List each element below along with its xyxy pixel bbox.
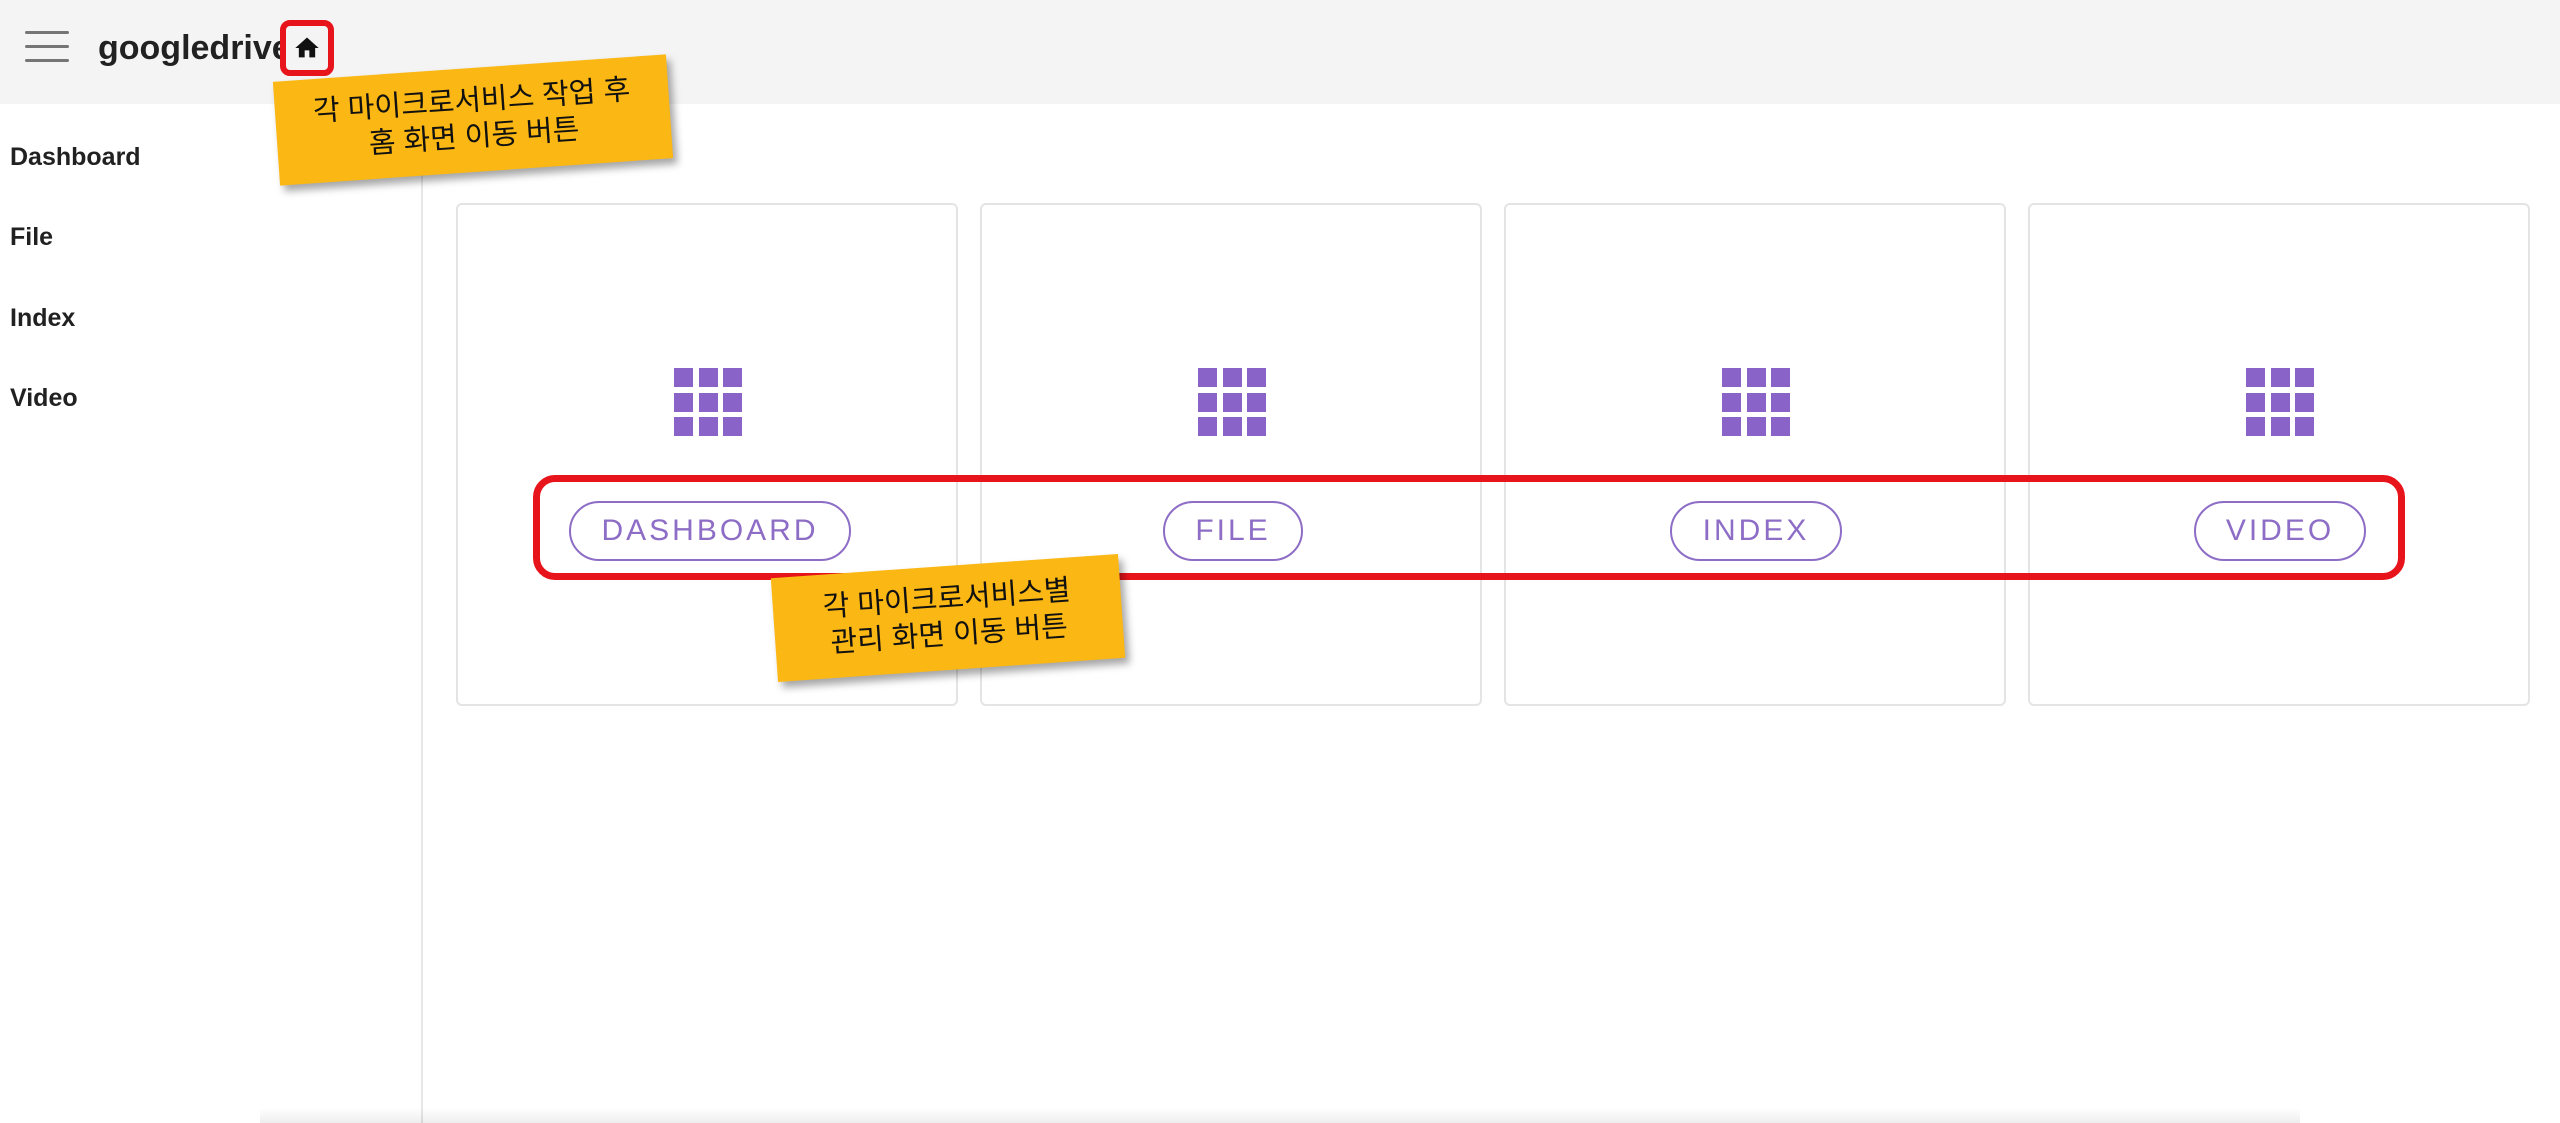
grid-square bbox=[2295, 417, 2314, 436]
grid-square bbox=[1222, 392, 1242, 412]
sidebar-item-file[interactable]: File bbox=[10, 217, 390, 277]
sidebar: Dashboard File Index Video bbox=[0, 104, 423, 1123]
grid-square bbox=[1198, 368, 1217, 387]
grid-square bbox=[2295, 392, 2314, 412]
grid-square bbox=[1746, 368, 1766, 387]
grid-square bbox=[698, 417, 718, 436]
grid-square bbox=[698, 368, 718, 387]
grid-square bbox=[1198, 392, 1217, 412]
grid-square bbox=[723, 392, 742, 412]
grid-square bbox=[1746, 417, 1766, 436]
apps-grid-icon bbox=[2246, 368, 2314, 436]
apps-grid-icon bbox=[1198, 368, 1266, 436]
grid-square bbox=[1722, 368, 1741, 387]
grid-square bbox=[2246, 368, 2265, 387]
grid-square bbox=[674, 392, 693, 412]
grid-square bbox=[2270, 368, 2290, 387]
grid-square bbox=[1222, 417, 1242, 436]
video-button[interactable]: VIDEO bbox=[2194, 501, 2366, 561]
index-button[interactable]: INDEX bbox=[1670, 501, 1842, 561]
grid-square bbox=[2246, 417, 2265, 436]
home-icon bbox=[295, 37, 319, 58]
grid-square bbox=[1771, 417, 1790, 436]
grid-square bbox=[1722, 417, 1741, 436]
grid-square bbox=[1247, 392, 1266, 412]
bottom-shadow bbox=[260, 1108, 2300, 1123]
sidebar-item-index[interactable]: Index bbox=[10, 298, 390, 358]
hamburger-menu-icon[interactable] bbox=[22, 28, 72, 66]
grid-square bbox=[1771, 368, 1790, 387]
grid-square bbox=[1247, 368, 1266, 387]
app-title: googledrive bbox=[98, 29, 291, 67]
apps-grid-icon bbox=[1722, 368, 1790, 436]
index-card: INDEX bbox=[1504, 203, 2006, 706]
grid-square bbox=[2246, 392, 2265, 412]
grid-square bbox=[674, 368, 693, 387]
sidebar-item-video[interactable]: Video bbox=[10, 378, 390, 438]
grid-square bbox=[1722, 392, 1741, 412]
apps-grid-icon bbox=[674, 368, 742, 436]
grid-square bbox=[674, 417, 693, 436]
file-button[interactable]: FILE bbox=[1163, 501, 1303, 561]
grid-square bbox=[723, 368, 742, 387]
video-card: VIDEO bbox=[2028, 203, 2530, 706]
dashboard-button[interactable]: DASHBOARD bbox=[569, 501, 851, 561]
grid-square bbox=[2270, 392, 2290, 412]
grid-square bbox=[1222, 368, 1242, 387]
grid-square bbox=[2295, 368, 2314, 387]
grid-square bbox=[1746, 392, 1766, 412]
grid-square bbox=[723, 417, 742, 436]
grid-square bbox=[1247, 417, 1266, 436]
grid-square bbox=[1198, 417, 1217, 436]
grid-square bbox=[698, 392, 718, 412]
grid-square bbox=[2270, 417, 2290, 436]
home-button[interactable] bbox=[280, 20, 334, 76]
grid-square bbox=[1771, 392, 1790, 412]
